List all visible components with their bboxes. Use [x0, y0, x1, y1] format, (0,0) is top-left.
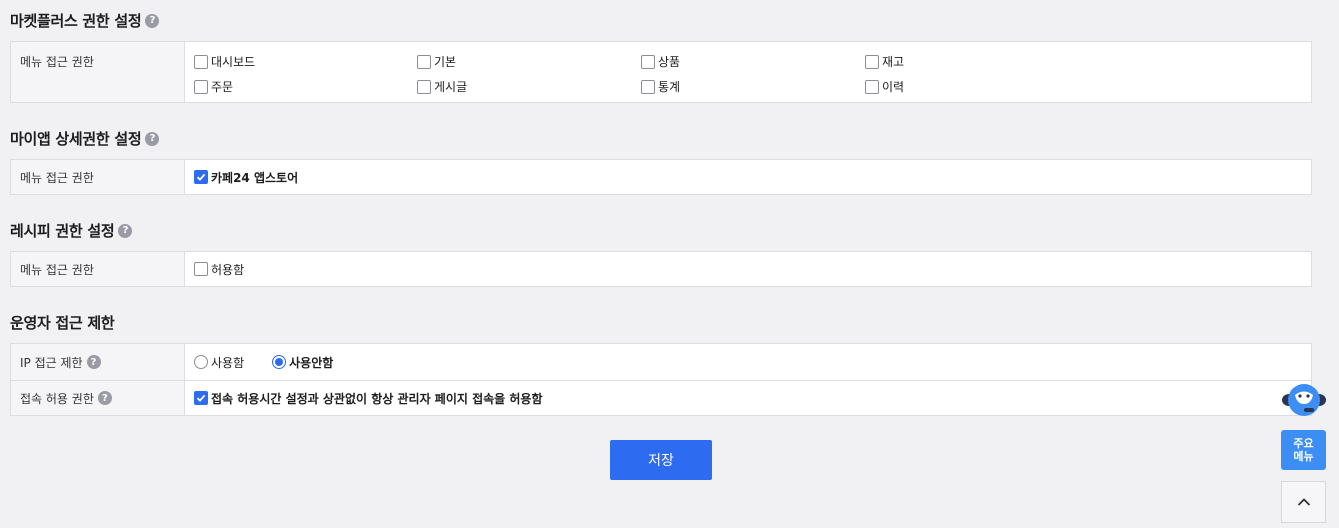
allow-checkbox[interactable] [194, 262, 208, 276]
ip-use-radio[interactable] [194, 355, 208, 369]
always-allow-checkbox[interactable] [194, 391, 208, 405]
option-stats[interactable]: 통계 [641, 78, 865, 95]
menu-access-label: 메뉴 접근 권한 [11, 160, 185, 194]
history-checkbox[interactable] [865, 79, 879, 94]
basic-checkbox[interactable] [417, 54, 431, 69]
check-icon [196, 394, 206, 402]
operator-title-text: 운영자 접근 제한 [10, 314, 115, 332]
option-post[interactable]: 게시글 [417, 78, 641, 95]
option-cafe24-appstore[interactable]: 카페24 앱스토어 [194, 169, 298, 186]
stats-checkbox[interactable] [641, 79, 655, 94]
chevron-up-icon [1297, 498, 1310, 506]
post-checkbox[interactable] [417, 79, 431, 94]
myapp-section-title: 마이앱 상세권한 설정 ? [10, 128, 160, 149]
menu-access-label: 메뉴 접근 권한 [11, 42, 185, 102]
help-icon[interactable]: ? [145, 131, 160, 146]
marketplace-permission-table: 메뉴 접근 권한 대시보드 기본 상품 재고 주문 게시글 통계 이력 [10, 41, 1312, 103]
always-allow-option[interactable]: 접속 허용시간 설정과 상관없이 항상 관리자 페이지 접속을 허용함 [194, 390, 543, 407]
order-checkbox[interactable] [194, 79, 208, 94]
option-allow-recipe[interactable]: 허용함 [194, 261, 244, 278]
operator-section-title: 운영자 접근 제한 [10, 312, 115, 333]
option-product[interactable]: 상품 [641, 53, 865, 70]
quick-menu-button[interactable]: 주요 메뉴 [1281, 430, 1326, 470]
dashboard-checkbox[interactable] [194, 54, 208, 69]
ip-use-option[interactable]: 사용함 [194, 354, 244, 371]
help-icon[interactable]: ? [145, 13, 160, 28]
stock-checkbox[interactable] [865, 54, 879, 69]
option-basic[interactable]: 기본 [417, 53, 641, 70]
chatbot-icon[interactable] [1281, 382, 1327, 422]
scroll-top-button[interactable] [1281, 481, 1326, 523]
help-icon[interactable]: ? [97, 391, 112, 405]
myapp-permission-table: 메뉴 접근 권한 카페24 앱스토어 [10, 159, 1312, 195]
marketplace-section-title: 마켓플러스 권한 설정 ? [10, 10, 160, 31]
access-permission-label: 접속 허용 권한 ? [11, 381, 185, 415]
menu-access-label: 메뉴 접근 권한 [11, 252, 185, 286]
ip-restriction-label: IP 접근 제한 ? [11, 344, 185, 380]
ip-not-use-option[interactable]: 사용안함 [272, 354, 333, 371]
help-icon[interactable]: ? [86, 355, 101, 369]
recipe-title-text: 레시피 권한 설정 [10, 222, 115, 240]
appstore-checkbox[interactable] [194, 170, 208, 184]
option-history[interactable]: 이력 [865, 78, 1089, 95]
help-icon[interactable]: ? [118, 223, 133, 238]
ip-not-use-radio[interactable] [272, 355, 287, 369]
option-order[interactable]: 주문 [194, 78, 417, 95]
check-icon [196, 173, 206, 181]
option-stock[interactable]: 재고 [865, 53, 1089, 70]
recipe-section-title: 레시피 권한 설정 ? [10, 220, 133, 241]
marketplace-title-text: 마켓플러스 권한 설정 [10, 12, 142, 30]
operator-restriction-table: IP 접근 제한 ? 사용함 사용안함 접속 허용 권한 ? 접속 허용시간 설 [10, 343, 1312, 416]
save-button[interactable]: 저장 [610, 440, 712, 480]
option-dashboard[interactable]: 대시보드 [194, 53, 417, 70]
recipe-permission-table: 메뉴 접근 권한 허용함 [10, 251, 1312, 287]
myapp-title-text: 마이앱 상세권한 설정 [10, 130, 142, 148]
product-checkbox[interactable] [641, 54, 655, 69]
marketplace-options: 대시보드 기본 상품 재고 주문 게시글 통계 이력 [194, 53, 1302, 95]
